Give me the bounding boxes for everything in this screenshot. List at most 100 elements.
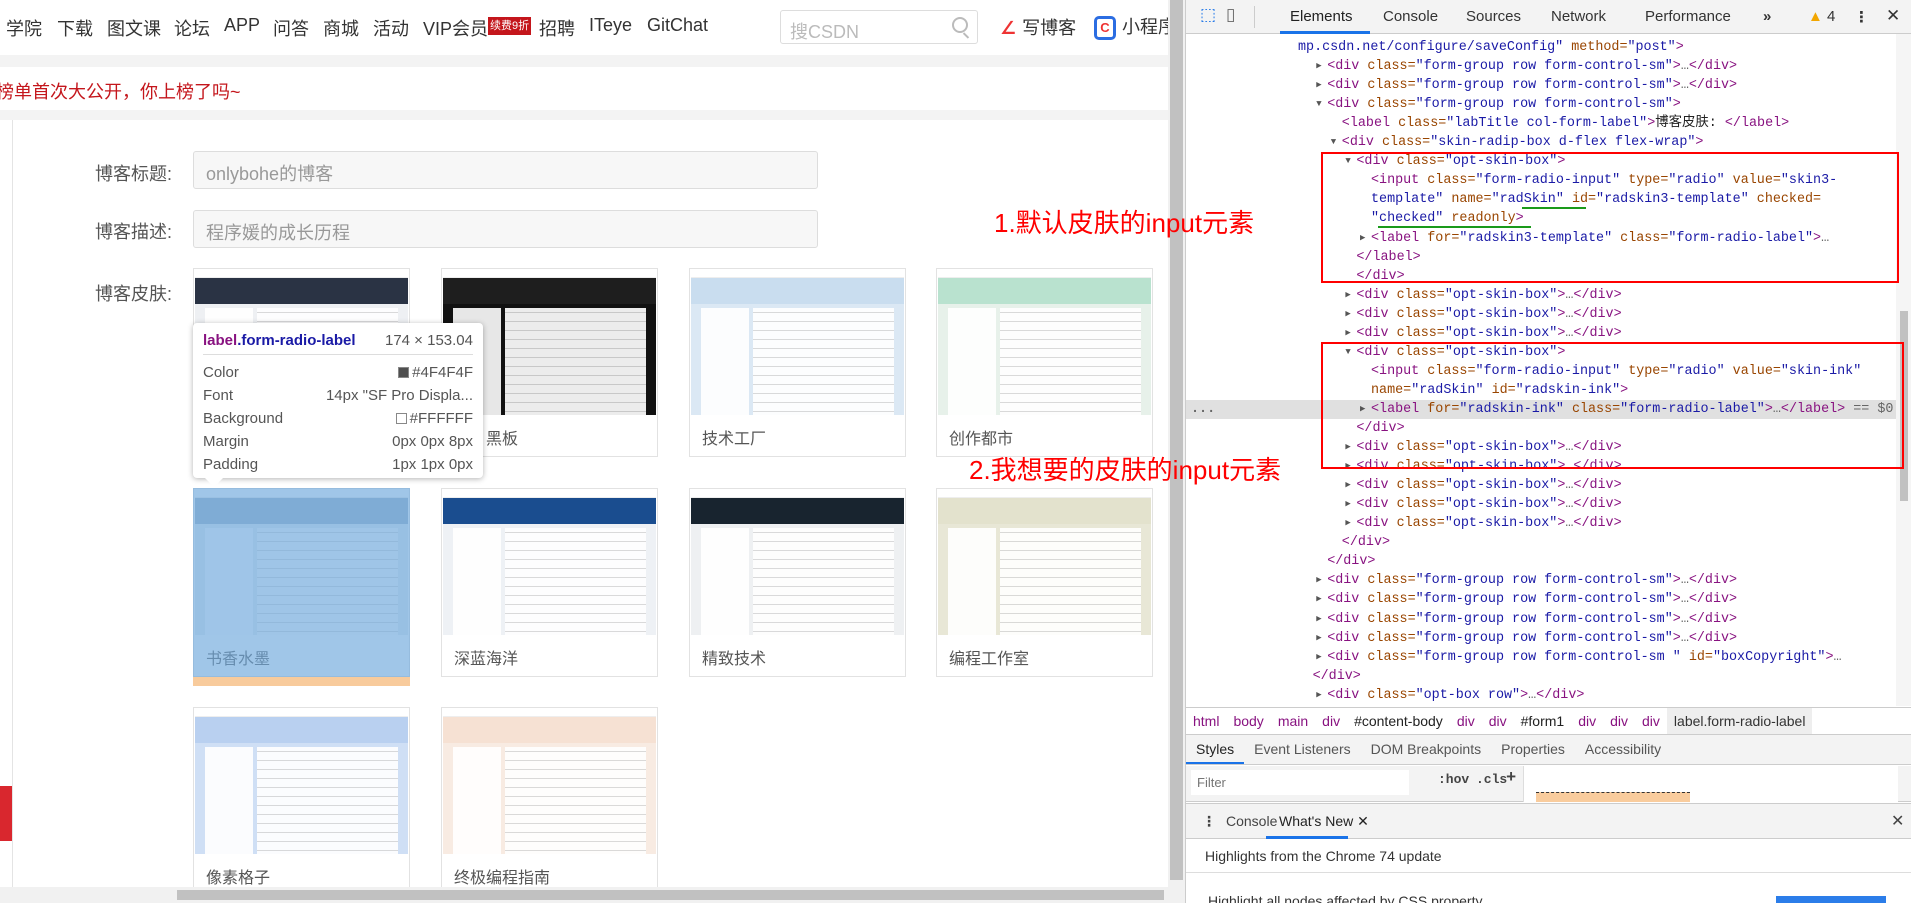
skin-option-card[interactable]: 深蓝海洋 <box>441 488 658 677</box>
warnings-counter[interactable]: ▲ 4 <box>1808 8 1835 25</box>
drawer-tab-whats-new[interactable]: What's New ✕ <box>1279 813 1369 830</box>
nav-jobs[interactable]: 招聘 <box>539 15 575 41</box>
breadcrumb-item[interactable]: #content-body <box>1347 708 1450 734</box>
tab-sources[interactable]: Sources <box>1466 8 1521 25</box>
drawer-menu-icon[interactable]: ⋮ <box>1202 813 1216 830</box>
dom-line[interactable]: ▶ <div class="form-group row form-control… <box>1186 590 1896 609</box>
page-horizontal-scrollbar[interactable] <box>0 887 1168 903</box>
breadcrumb-item[interactable]: body <box>1226 708 1270 734</box>
write-blog-button[interactable]: ∠ 写博客 <box>1000 14 1076 40</box>
nav-app[interactable]: APP <box>224 15 260 36</box>
expand-triangle-icon[interactable]: ▶ <box>1345 286 1350 305</box>
expand-triangle-icon[interactable]: ▶ <box>1345 324 1350 343</box>
expand-triangle-icon[interactable]: ▶ <box>1345 305 1350 324</box>
class-toggle[interactable]: .cls <box>1476 772 1507 787</box>
expand-triangle-icon[interactable]: ▶ <box>1345 495 1350 514</box>
device-toolbar-icon[interactable]: ▯ <box>1226 5 1235 25</box>
subtab-dom-breakpoints[interactable]: DOM Breakpoints <box>1361 735 1491 762</box>
expand-triangle-icon[interactable]: ▶ <box>1316 610 1321 629</box>
dom-line[interactable]: ▶ <div class="opt-skin-box">…</div> <box>1186 305 1896 324</box>
dom-line[interactable]: ▶ <div class="form-group row form-control… <box>1186 610 1896 629</box>
breadcrumb-item[interactable]: main <box>1271 708 1315 734</box>
breadcrumb-item[interactable]: #form1 <box>1514 708 1572 734</box>
tab-console[interactable]: Console <box>1383 8 1438 25</box>
blog-desc-input[interactable]: 程序媛的成长历程 <box>193 210 818 248</box>
dom-line[interactable]: ▶ <div class="form-group row form-control… <box>1186 629 1896 648</box>
new-rule-button[interactable]: + <box>1506 769 1516 788</box>
expand-triangle-icon[interactable]: ▶ <box>1345 514 1350 533</box>
breadcrumb-item[interactable]: div <box>1482 708 1514 734</box>
breadcrumb-item[interactable]: div <box>1450 708 1482 734</box>
expand-triangle-icon[interactable]: ▶ <box>1316 590 1321 609</box>
subtab-event-listeners[interactable]: Event Listeners <box>1244 735 1361 762</box>
nav-iteye[interactable]: ITeye <box>589 15 632 36</box>
breadcrumb-item[interactable]: div <box>1603 708 1635 734</box>
breadcrumb-item[interactable]: html <box>1186 708 1226 734</box>
nav-events[interactable]: 活动 <box>373 15 409 41</box>
expand-triangle-icon[interactable]: ▶ <box>1345 476 1350 495</box>
announcement-link[interactable]: 榜单首次大公开，你上榜了吗~ <box>0 78 241 104</box>
subtab-styles[interactable]: Styles <box>1186 735 1245 764</box>
dom-line[interactable]: </div> <box>1186 552 1896 571</box>
skin-option-card[interactable]: 终极编程指南 <box>441 707 658 896</box>
close-devtools-icon[interactable]: ✕ <box>1886 6 1900 26</box>
nav-course[interactable]: 图文课 <box>107 15 161 41</box>
collapse-triangle-icon[interactable]: ▼ <box>1316 95 1321 114</box>
nav-qa[interactable]: 问答 <box>273 15 309 41</box>
dom-line[interactable]: ▶ <div class="opt-box row">…</div> <box>1186 686 1896 705</box>
dom-line[interactable]: mp.csdn.net/configure/saveConfig" method… <box>1186 38 1896 57</box>
subtab-properties[interactable]: Properties <box>1491 735 1575 762</box>
dom-line[interactable]: ▶ <div class="opt-skin-box">…</div> <box>1186 495 1896 514</box>
more-tabs-button[interactable]: » <box>1763 8 1771 25</box>
expand-triangle-icon[interactable]: ▶ <box>1316 57 1321 76</box>
breadcrumb-item[interactable]: div <box>1635 708 1667 734</box>
expand-triangle-icon[interactable]: ▶ <box>1316 571 1321 590</box>
skin-option-card[interactable]: 创作都市 <box>936 268 1153 457</box>
dom-line[interactable]: ▼ <div class="form-group row form-control… <box>1186 95 1896 114</box>
breadcrumb-item[interactable]: div <box>1571 708 1603 734</box>
expand-triangle-icon[interactable]: ▶ <box>1316 686 1321 705</box>
dom-line[interactable]: </div> <box>1186 667 1896 686</box>
drawer-tab-console[interactable]: Console <box>1226 813 1277 829</box>
nav-gitchat[interactable]: GitChat <box>647 15 708 36</box>
whats-new-item[interactable]: Highlight all nodes affected by CSS prop… <box>1208 893 1482 903</box>
search-icon[interactable] <box>952 17 968 33</box>
skin-option-card[interactable]: 书香水墨 <box>193 488 410 686</box>
expand-triangle-icon[interactable]: ▶ <box>1316 629 1321 648</box>
dom-line[interactable]: <label class="labTitle col-form-label" > 博… <box>1186 114 1896 133</box>
nav-vip[interactable]: VIP会员 <box>423 15 488 41</box>
dom-line[interactable]: ▶ <div class="form-group row form-control… <box>1186 648 1896 667</box>
skin-option-card[interactable]: 精致技术 <box>689 488 906 677</box>
more-actions-icon[interactable]: ... <box>1191 400 1215 419</box>
blog-title-input[interactable]: onlybohe的博客 <box>193 151 818 189</box>
nav-academy[interactable]: 学院 <box>6 15 42 41</box>
hover-state-toggle[interactable]: :hov <box>1438 772 1469 787</box>
dom-line[interactable]: ▶ <div class="form-group row form-control… <box>1186 57 1896 76</box>
subtab-accessibility[interactable]: Accessibility <box>1575 735 1671 762</box>
expand-triangle-icon[interactable]: ▶ <box>1316 76 1321 95</box>
menu-kebab-icon[interactable]: ⋮ <box>1854 8 1869 26</box>
dom-line[interactable]: ▶ <div class="opt-skin-box">…</div> <box>1186 324 1896 343</box>
expand-triangle-icon[interactable]: ▶ <box>1316 648 1321 667</box>
dom-line[interactable]: ▶ <div class="form-group row form-control… <box>1186 571 1896 590</box>
dom-line[interactable]: ▶ <div class="opt-skin-box">…</div> <box>1186 286 1896 305</box>
mini-program-link[interactable]: C 小程序 <box>1094 13 1168 41</box>
breadcrumb-item[interactable]: label.form-radio-label <box>1666 708 1813 734</box>
dom-line[interactable]: ▶ <div class="opt-skin-box">…</div> <box>1186 514 1896 533</box>
styles-filter-input[interactable] <box>1191 770 1409 795</box>
breadcrumb-item[interactable]: div <box>1315 708 1347 734</box>
dom-line[interactable]: </div> <box>1186 533 1896 552</box>
search-input[interactable]: 搜CSDN <box>780 10 978 44</box>
inspect-element-icon[interactable]: ⬚ <box>1200 5 1216 25</box>
nav-mall[interactable]: 商城 <box>323 15 359 41</box>
tab-network[interactable]: Network <box>1551 8 1606 25</box>
skin-option-card[interactable]: 像素格子 <box>193 707 410 896</box>
close-tab-icon[interactable]: ✕ <box>1357 813 1369 829</box>
nav-forum[interactable]: 论坛 <box>174 15 210 41</box>
collapse-triangle-icon[interactable]: ▼ <box>1331 133 1336 152</box>
dom-line[interactable]: ▶ <div class="opt-skin-box">…</div> <box>1186 476 1896 495</box>
close-drawer-icon[interactable]: ✕ <box>1891 811 1904 831</box>
tab-elements[interactable]: Elements <box>1290 8 1353 25</box>
tab-performance[interactable]: Performance <box>1645 8 1731 25</box>
skin-option-card[interactable]: 编程工作室 <box>936 488 1153 677</box>
